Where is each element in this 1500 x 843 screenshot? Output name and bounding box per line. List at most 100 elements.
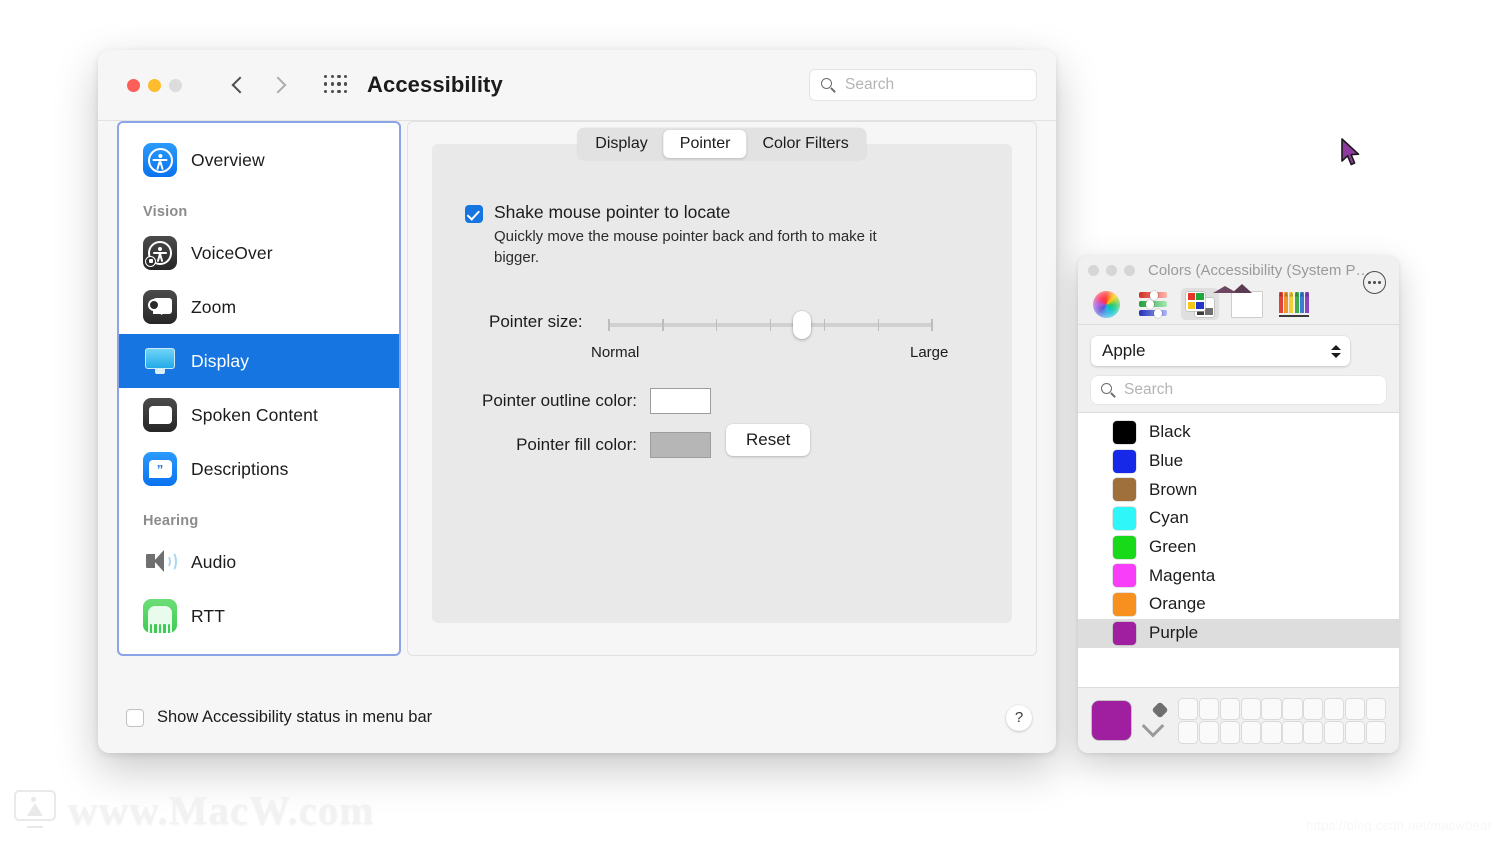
sidebar-item-label: VoiceOver [191, 243, 273, 264]
color-name: Orange [1149, 594, 1206, 614]
slider-thumb[interactable] [793, 311, 811, 339]
colors-list[interactable]: Black Blue Brown Cyan Green [1078, 412, 1399, 687]
shake-pointer-checkbox[interactable] [465, 205, 483, 223]
custom-swatch-cell[interactable] [1221, 722, 1239, 743]
sidebar-item-descriptions[interactable]: ” Descriptions [119, 442, 399, 496]
custom-swatch-cell[interactable] [1262, 699, 1280, 720]
current-color-well[interactable] [1092, 701, 1131, 740]
sidebar-item-zoom[interactable]: Zoom [119, 280, 399, 334]
custom-swatch-cell[interactable] [1367, 722, 1385, 743]
pointer-outline-color-well[interactable] [650, 388, 711, 414]
reset-button[interactable]: Reset [726, 424, 810, 456]
colors-panel-toolbar [1078, 284, 1399, 325]
back-chevron-icon[interactable] [232, 77, 249, 94]
custom-swatch-cell[interactable] [1325, 722, 1343, 743]
custom-swatch-cell[interactable] [1242, 722, 1260, 743]
display-icon [143, 344, 177, 378]
slider-min-label: Normal [591, 344, 639, 361]
rtt-icon [143, 599, 177, 633]
sidebar-item-label: Overview [191, 150, 265, 171]
custom-swatch-cell[interactable] [1200, 699, 1218, 720]
image-palettes-icon[interactable] [1228, 288, 1266, 320]
accessibility-sidebar[interactable]: Overview Vision VoiceOver [117, 121, 401, 656]
pencils-icon[interactable] [1275, 288, 1313, 320]
color-name: Black [1149, 422, 1191, 442]
sidebar-item-voiceover[interactable]: VoiceOver [119, 226, 399, 280]
color-name: Green [1149, 537, 1196, 557]
forward-chevron-icon[interactable] [270, 77, 287, 94]
slider-tick [878, 319, 880, 331]
show-status-checkbox[interactable] [126, 709, 144, 727]
site-watermark: www.MacW.com [14, 786, 375, 834]
custom-swatch-grid[interactable] [1179, 699, 1385, 743]
custom-swatch-cell[interactable] [1242, 699, 1260, 720]
sidebar-item-label: RTT [191, 606, 225, 627]
sidebar-item-rtt[interactable]: RTT [119, 589, 399, 643]
sidebar-item-audio[interactable]: Audio [119, 535, 399, 589]
custom-swatch-cell[interactable] [1221, 699, 1239, 720]
list-item[interactable]: Cyan [1078, 504, 1399, 533]
traffic-light-buttons [127, 79, 182, 92]
custom-swatch-cell[interactable] [1179, 722, 1197, 743]
window-titlebar: Accessibility Search [98, 50, 1056, 121]
show-status-label: Show Accessibility status in menu bar [157, 708, 432, 727]
minimize-button[interactable] [1106, 265, 1117, 276]
search-field[interactable]: Search [809, 69, 1037, 101]
up-down-chevron-icon [1331, 345, 1341, 358]
colors-panel-body: Apple Search Black Blue [1078, 325, 1399, 753]
custom-swatch-cell[interactable] [1283, 722, 1301, 743]
custom-swatch-cell[interactable] [1262, 722, 1280, 743]
list-item[interactable]: Brown [1078, 475, 1399, 504]
color-wheel-icon[interactable] [1087, 288, 1125, 320]
color-swatch [1113, 536, 1136, 559]
system-preferences-window: Accessibility Search Overview Vision [98, 50, 1056, 753]
slider-tick [716, 319, 718, 331]
color-swatch [1113, 622, 1136, 645]
palette-select[interactable]: Apple [1091, 336, 1350, 366]
custom-swatch-cell[interactable] [1179, 699, 1197, 720]
color-swatch [1113, 507, 1136, 530]
zoom-button[interactable] [1124, 265, 1135, 276]
eyedropper-icon[interactable] [1143, 703, 1167, 739]
more-options-icon[interactable] [1363, 271, 1386, 294]
help-button[interactable]: ? [1006, 705, 1032, 731]
list-item[interactable]: Orange [1078, 590, 1399, 619]
sidebar-item-display[interactable]: Display [119, 334, 399, 388]
shake-pointer-row: Shake mouse pointer to locate Quickly mo… [465, 202, 924, 268]
color-sliders-icon[interactable] [1134, 288, 1172, 320]
minimize-button[interactable] [148, 79, 161, 92]
close-button[interactable] [127, 79, 140, 92]
custom-swatch-cell[interactable] [1325, 699, 1343, 720]
custom-swatch-cell[interactable] [1200, 722, 1218, 743]
color-name: Purple [1149, 623, 1198, 643]
custom-swatch-cell[interactable] [1367, 699, 1385, 720]
list-item[interactable]: Magenta [1078, 561, 1399, 590]
colors-search-field[interactable]: Search [1091, 376, 1386, 404]
custom-swatch-cell[interactable] [1304, 722, 1322, 743]
custom-swatch-cell[interactable] [1346, 722, 1364, 743]
list-item[interactable]: Purple [1078, 619, 1399, 648]
search-icon [1101, 383, 1116, 398]
pointer-settings-panel: Display Pointer Color Filters Shake mous… [432, 144, 1012, 623]
zoom-button[interactable] [169, 79, 182, 92]
custom-swatch-cell[interactable] [1304, 699, 1322, 720]
pointer-size-slider[interactable] [608, 312, 933, 338]
outline-color-label: Pointer outline color: [432, 391, 650, 411]
sidebar-item-overview[interactable]: Overview [119, 133, 399, 187]
list-item[interactable]: Blue [1078, 447, 1399, 476]
tab-display[interactable]: Display [579, 130, 663, 158]
mouse-cursor [1340, 138, 1362, 168]
pointer-fill-color-well[interactable] [650, 432, 711, 458]
colors-panel-titlebar: Colors (Accessibility (System P… [1078, 256, 1399, 284]
list-item[interactable]: Black [1078, 418, 1399, 447]
detail-pane: Display Pointer Color Filters Shake mous… [407, 121, 1037, 656]
tab-pointer[interactable]: Pointer [664, 130, 747, 158]
show-all-grid-icon[interactable] [324, 75, 348, 95]
close-button[interactable] [1088, 265, 1099, 276]
sidebar-item-label: Descriptions [191, 459, 288, 480]
tab-color-filters[interactable]: Color Filters [746, 130, 864, 158]
custom-swatch-cell[interactable] [1283, 699, 1301, 720]
sidebar-item-spoken-content[interactable]: Spoken Content [119, 388, 399, 442]
list-item[interactable]: Green [1078, 533, 1399, 562]
custom-swatch-cell[interactable] [1346, 699, 1364, 720]
